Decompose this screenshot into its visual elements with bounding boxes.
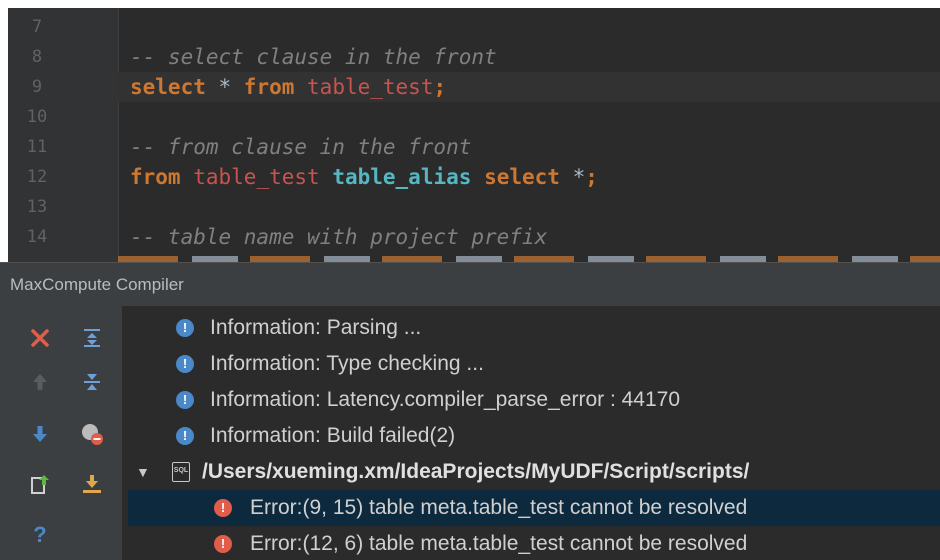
code-token: * — [205, 75, 244, 99]
code-token: -- table name with project prefix — [130, 225, 548, 249]
info-message[interactable]: ! Information: Type checking ... — [128, 346, 940, 382]
ide-window: 7 8 9 10 11 12 13 14 -- select clause in the fr… — [0, 0, 940, 560]
line-number: 10 — [26, 107, 48, 127]
arrow-up-button[interactable] — [24, 366, 56, 398]
svg-text:?: ? — [33, 523, 46, 545]
line-number: 8 — [31, 47, 43, 67]
error-message[interactable]: ! Error:(12, 6) table meta.table_test can… — [128, 526, 940, 560]
help-button[interactable]: ? — [24, 518, 56, 550]
tool-window-header: MaxCompute Compiler — [0, 262, 940, 306]
code-token: ; — [433, 75, 447, 99]
code-token: -- select clause in the front — [130, 45, 497, 69]
info-icon: ! — [176, 319, 194, 337]
code-token: ; — [585, 165, 598, 189]
message-text: Information: Build failed(2) — [210, 424, 456, 447]
error-message[interactable]: ! Error:(9, 15) table meta.table_test can… — [128, 490, 940, 526]
code-token: -- from clause in the front — [130, 135, 472, 159]
tool-window-title: MaxCompute Compiler — [10, 275, 184, 294]
collapse-all-button[interactable] — [76, 366, 108, 398]
download-button[interactable] — [76, 468, 108, 500]
arrow-up-icon — [29, 371, 51, 393]
message-tree[interactable]: ! Information: Parsing ...! Information: T… — [128, 306, 940, 560]
arrow-down-icon — [29, 423, 51, 445]
message-text: Error:(9, 15) table meta.table_test cann… — [250, 496, 748, 519]
code-line[interactable] — [118, 102, 940, 132]
info-message[interactable]: ! Information: Parsing ... — [128, 310, 940, 346]
code-editor[interactable]: 7 8 9 10 11 12 13 14 -- select clause in the fr… — [8, 8, 940, 262]
line-number: 11 — [26, 137, 48, 157]
code-line[interactable] — [118, 12, 940, 42]
code-token: select — [130, 75, 206, 99]
code-token: table_test — [193, 165, 320, 189]
arrow-down-button[interactable] — [24, 418, 56, 450]
line-number: 9 — [31, 77, 43, 97]
sql-file-icon: SQL — [172, 462, 190, 482]
hide-warnings-button[interactable] — [76, 418, 108, 450]
info-icon: ! — [176, 355, 194, 373]
message-text: Error:(12, 6) table meta.table_test cann… — [250, 532, 748, 555]
info-icon: ! — [176, 391, 194, 409]
code-line[interactable]: -- from clause in the front — [118, 132, 940, 162]
code-token: from — [243, 75, 295, 99]
code-token: * — [559, 165, 586, 189]
message-text: Information: Type checking ... — [210, 352, 484, 375]
collapse-all-icon — [81, 371, 103, 393]
line-number: 7 — [31, 17, 43, 37]
info-message[interactable]: ! Information: Build failed(2) — [128, 418, 940, 454]
download-icon — [81, 473, 103, 495]
expand-all-icon — [81, 327, 103, 349]
line-number-gutter: 7 8 9 10 11 12 13 14 — [8, 8, 119, 262]
code-token: select — [484, 165, 560, 189]
info-icon: ! — [176, 427, 194, 445]
line-number: 12 — [26, 167, 48, 187]
line-number: 13 — [26, 197, 48, 217]
message-text: Information: Parsing ... — [210, 316, 422, 339]
line-number: 14 — [26, 227, 48, 247]
code-line[interactable]: -- table name with project prefix — [118, 222, 940, 252]
tool-window-body: ? ! Information: Parsing ...! Information:… — [0, 306, 940, 560]
message-text: /Users/xueming.xm/IdeaProjects/MyUDF/Scr… — [202, 460, 750, 483]
tool-window-toolbar: ? — [0, 306, 122, 560]
code-line[interactable] — [118, 192, 940, 222]
file-tree-node[interactable]: ▼ SQL/Users/xueming.xm/IdeaProjects/MyUDF… — [128, 454, 940, 490]
code-line[interactable]: select * from table_test; — [118, 72, 940, 102]
export-button[interactable] — [24, 468, 56, 500]
code-line[interactable]: from table_test table_alias select *; — [118, 162, 940, 192]
help-icon: ? — [29, 523, 51, 545]
code-line[interactable]: -- select clause in the front — [118, 42, 940, 72]
info-message[interactable]: ! Information: Latency.compiler_parse_err… — [128, 382, 940, 418]
hide-warnings-icon — [80, 422, 104, 446]
close-button[interactable] — [24, 322, 56, 354]
code-token: table_alias — [332, 165, 472, 189]
expand-all-button[interactable] — [76, 322, 108, 354]
close-icon — [29, 327, 51, 349]
message-text: Information: Latency.compiler_parse_erro… — [210, 388, 681, 411]
error-icon: ! — [214, 499, 232, 517]
chevron-down-icon[interactable]: ▼ — [136, 454, 150, 490]
code-token: from — [130, 165, 181, 189]
export-icon — [29, 473, 51, 495]
error-icon: ! — [214, 535, 232, 553]
code-token: table_test — [307, 75, 434, 99]
